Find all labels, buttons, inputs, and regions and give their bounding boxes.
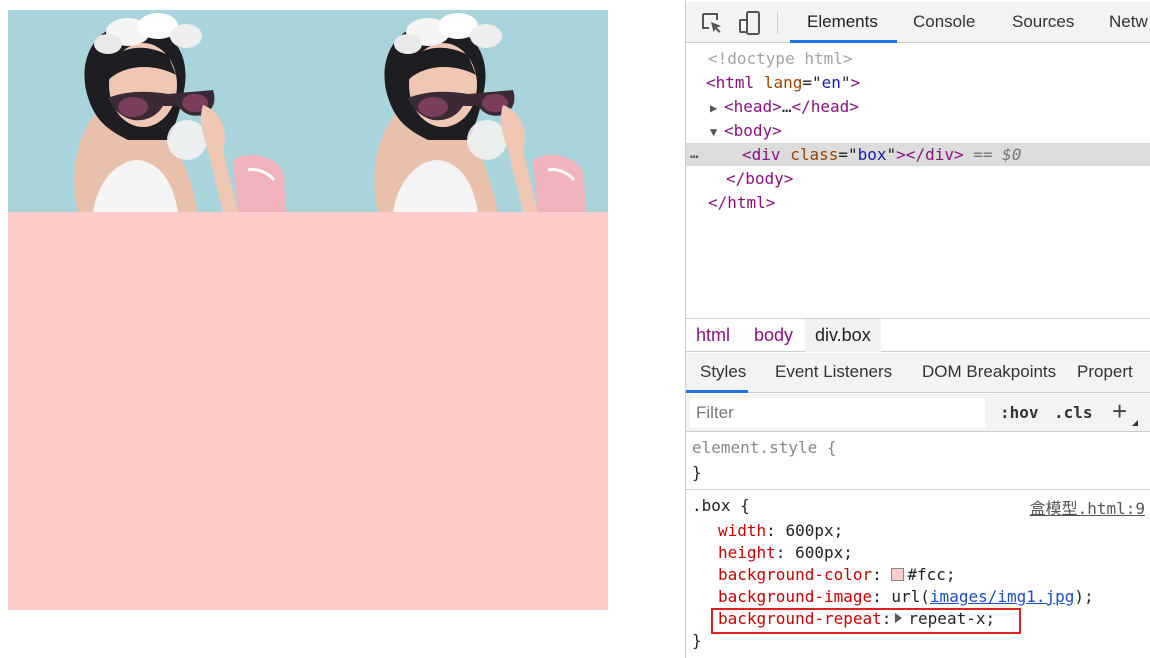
- dom-node-body-close[interactable]: </body>: [686, 167, 1150, 190]
- breadcrumb-html[interactable]: html: [686, 319, 740, 352]
- dom-node-doctype[interactable]: <!doctype html>: [686, 47, 1150, 70]
- head-ellipsis: …: [781, 97, 792, 116]
- annotation-highlight-box: [711, 608, 1021, 634]
- tab-elements[interactable]: Elements: [807, 12, 878, 32]
- tab-console[interactable]: Console: [913, 12, 975, 32]
- box-rule-selector[interactable]: .box {: [692, 495, 750, 517]
- declaration-background-color[interactable]: background-color: #fcc;: [718, 564, 956, 586]
- head-close-tag-name: head: [810, 97, 850, 116]
- rule-source-link[interactable]: 盒模型.html:9: [1030, 495, 1145, 519]
- styles-tab-bar: Styles Event Listeners DOM Breakpoints P…: [686, 353, 1150, 393]
- html-tag-name: html: [715, 73, 755, 92]
- color-swatch-icon[interactable]: [891, 568, 905, 581]
- element-style-selector: element.style {: [692, 438, 837, 457]
- more-options-icon[interactable]: …: [690, 143, 699, 166]
- html-attr-value: en: [821, 73, 841, 92]
- new-style-rule-button[interactable]: +: [1112, 396, 1127, 427]
- body-close-tag: </body>: [726, 169, 794, 188]
- background-image-tile: [8, 10, 308, 212]
- devtools-panel: Elements Console Sources Netw <!doctype …: [685, 0, 1150, 658]
- dom-tree: <!doctype html> <html lang="en"> ▶ <head>…: [686, 44, 1150, 317]
- selected-node-marker: == $0: [973, 145, 1022, 164]
- active-tab-indicator: [790, 40, 897, 43]
- dom-node-body[interactable]: ▼ <body>: [686, 119, 1150, 142]
- html-attr-name: lang: [763, 73, 803, 92]
- div-attr-value: box: [857, 145, 887, 164]
- tab-event-listeners[interactable]: Event Listeners: [775, 362, 892, 382]
- breadcrumb-body[interactable]: body: [744, 319, 803, 352]
- tab-network[interactable]: Netw: [1109, 12, 1148, 32]
- tab-properties[interactable]: Propert: [1077, 362, 1133, 382]
- div-box[interactable]: [8, 10, 608, 610]
- div-close-tag-name: div: [925, 145, 954, 164]
- dom-node-html[interactable]: <html lang="en">: [686, 71, 1150, 94]
- doctype-text: <!doctype html>: [708, 49, 853, 68]
- head-tag-name: head: [733, 97, 773, 116]
- collapse-triangle-icon[interactable]: ▼: [710, 121, 724, 144]
- div-tag-name: div: [751, 145, 781, 164]
- new-rule-menu-icon[interactable]: [1132, 420, 1138, 426]
- woman-portrait-image: [308, 10, 608, 212]
- toolbar-separator: [777, 12, 778, 34]
- declaration-background-image[interactable]: background-image: url(images/img1.jpg);: [718, 586, 1094, 608]
- box-rule-close-brace: }: [692, 631, 702, 650]
- html-close-tag: </html>: [708, 193, 776, 212]
- styles-filter-bar: :hov .cls +: [686, 394, 1150, 432]
- div-attr-name: class: [790, 145, 839, 164]
- filter-input[interactable]: [690, 398, 985, 428]
- breadcrumb-div-box[interactable]: div.box: [805, 319, 881, 352]
- image-url-link[interactable]: images/img1.jpg: [930, 587, 1075, 606]
- tab-sources[interactable]: Sources: [1012, 12, 1074, 32]
- tab-dom-breakpoints[interactable]: DOM Breakpoints: [922, 362, 1056, 382]
- element-style-close-brace: }: [692, 463, 702, 482]
- breadcrumb: html body div.box: [686, 318, 1150, 352]
- dom-node-div-box[interactable]: … <div class="box"></div> == $0: [686, 143, 1150, 166]
- device-toggle-icon[interactable]: [738, 11, 762, 35]
- woman-portrait-image: [8, 10, 308, 212]
- styles-active-indicator: [686, 390, 748, 393]
- body-tag-name: body: [733, 121, 773, 140]
- background-image-tile: [308, 10, 608, 212]
- declaration-height[interactable]: height: 600px;: [718, 542, 853, 564]
- declaration-width[interactable]: width: 600px;: [718, 520, 843, 542]
- devtools-tab-bar: Elements Console Sources Netw: [686, 2, 1150, 43]
- element-style-rule[interactable]: element.style { }: [686, 433, 1150, 490]
- inspect-element-icon[interactable]: [700, 11, 724, 35]
- expand-triangle-icon[interactable]: ▶: [710, 97, 724, 120]
- hov-toggle[interactable]: :hov: [1000, 403, 1039, 422]
- cls-toggle[interactable]: .cls: [1054, 403, 1093, 422]
- dom-node-head[interactable]: ▶ <head>…</head>: [686, 95, 1150, 118]
- tab-styles[interactable]: Styles: [700, 362, 746, 382]
- page-viewport: [0, 0, 685, 658]
- dom-node-html-close[interactable]: </html>: [686, 191, 1150, 214]
